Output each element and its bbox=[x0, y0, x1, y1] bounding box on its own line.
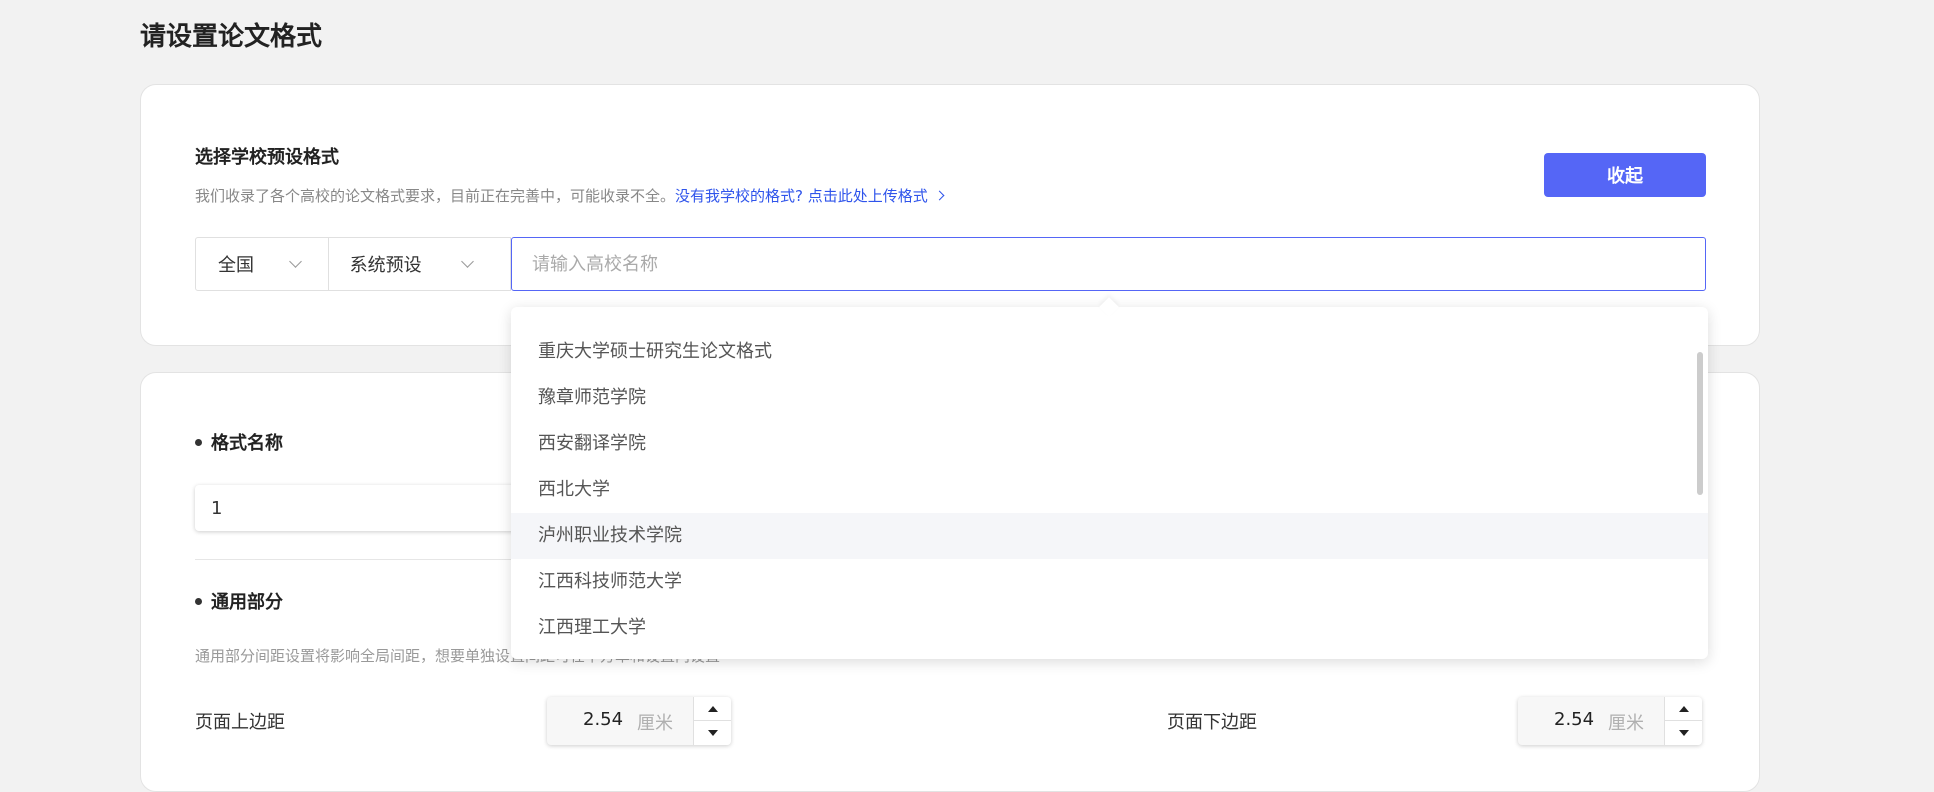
school-option[interactable]: 西北大学 bbox=[511, 467, 1708, 513]
region-select[interactable]: 全国 bbox=[196, 238, 329, 290]
section-description: 我们收录了各个高校的论文格式要求，目前正在完善中，可能收录不全。没有我学校的格式… bbox=[195, 185, 945, 206]
school-option[interactable]: 江西科技师范大学 bbox=[511, 559, 1708, 605]
increment-button[interactable] bbox=[694, 697, 731, 721]
increment-button[interactable] bbox=[1665, 697, 1702, 721]
dropdown-scrollbar[interactable] bbox=[1697, 352, 1703, 495]
collapse-button[interactable]: 收起 bbox=[1544, 153, 1706, 197]
upload-link-label[interactable]: 没有我学校的格式? 点击此处上传格式 bbox=[675, 187, 928, 205]
format-name-input[interactable] bbox=[195, 485, 525, 531]
top-margin-value[interactable]: 2.54 bbox=[583, 709, 623, 730]
top-margin-stepper[interactable]: 2.54 厘米 bbox=[547, 697, 731, 745]
top-margin-label: 页面上边距 bbox=[195, 712, 285, 733]
bottom-margin-label: 页面下边距 bbox=[1167, 712, 1257, 733]
caret-down-icon bbox=[1678, 730, 1689, 736]
preset-select[interactable]: 系统预设 bbox=[329, 238, 510, 290]
page-title: 请设置论文格式 bbox=[140, 22, 323, 52]
general-section-title: 通用部分 bbox=[195, 588, 283, 614]
school-search-input[interactable] bbox=[511, 237, 1706, 291]
caret-down-icon bbox=[707, 730, 718, 736]
preset-select-value: 系统预设 bbox=[349, 255, 422, 276]
filter-group: 全国 系统预设 bbox=[195, 237, 511, 291]
school-option[interactable]: 豫章师范学院 bbox=[511, 375, 1708, 421]
bottom-margin-value[interactable]: 2.54 bbox=[1554, 709, 1594, 730]
chevron-right-icon bbox=[934, 190, 945, 201]
format-name-title: 格式名称 bbox=[195, 429, 283, 455]
bottom-margin-unit: 厘米 bbox=[1608, 713, 1644, 734]
top-margin-unit: 厘米 bbox=[637, 713, 673, 734]
description-text: 我们收录了各个高校的论文格式要求，目前正在完善中，可能收录不全。 bbox=[195, 187, 676, 205]
chevron-down-icon bbox=[289, 255, 302, 268]
school-option[interactable]: 泸州职业技术学院 bbox=[511, 513, 1708, 559]
stepper-buttons bbox=[693, 697, 731, 745]
decrement-button[interactable] bbox=[694, 721, 731, 745]
school-option[interactable]: 重庆大学硕士研究生论文格式 bbox=[511, 329, 1708, 375]
decrement-button[interactable] bbox=[1665, 721, 1702, 745]
school-option[interactable]: 江西理工大学 bbox=[511, 605, 1708, 651]
caret-up-icon bbox=[707, 705, 718, 712]
stepper-buttons bbox=[1664, 697, 1702, 745]
school-option[interactable]: 西安翻译学院 bbox=[511, 421, 1708, 467]
upload-format-link[interactable]: 没有我学校的格式? 点击此处上传格式 bbox=[675, 187, 945, 205]
section-title: 选择学校预设格式 bbox=[195, 147, 339, 168]
region-select-value: 全国 bbox=[218, 255, 254, 276]
school-list: 重庆大学硕士研究生论文格式 豫章师范学院 西安翻译学院 西北大学 泸州职业技术学… bbox=[511, 329, 1708, 651]
caret-up-icon bbox=[1678, 705, 1689, 712]
chevron-down-icon bbox=[460, 255, 474, 268]
school-dropdown[interactable]: 重庆大学硕士研究生论文格式 豫章师范学院 西安翻译学院 西北大学 泸州职业技术学… bbox=[511, 307, 1708, 659]
bottom-margin-stepper[interactable]: 2.54 厘米 bbox=[1518, 697, 1702, 745]
